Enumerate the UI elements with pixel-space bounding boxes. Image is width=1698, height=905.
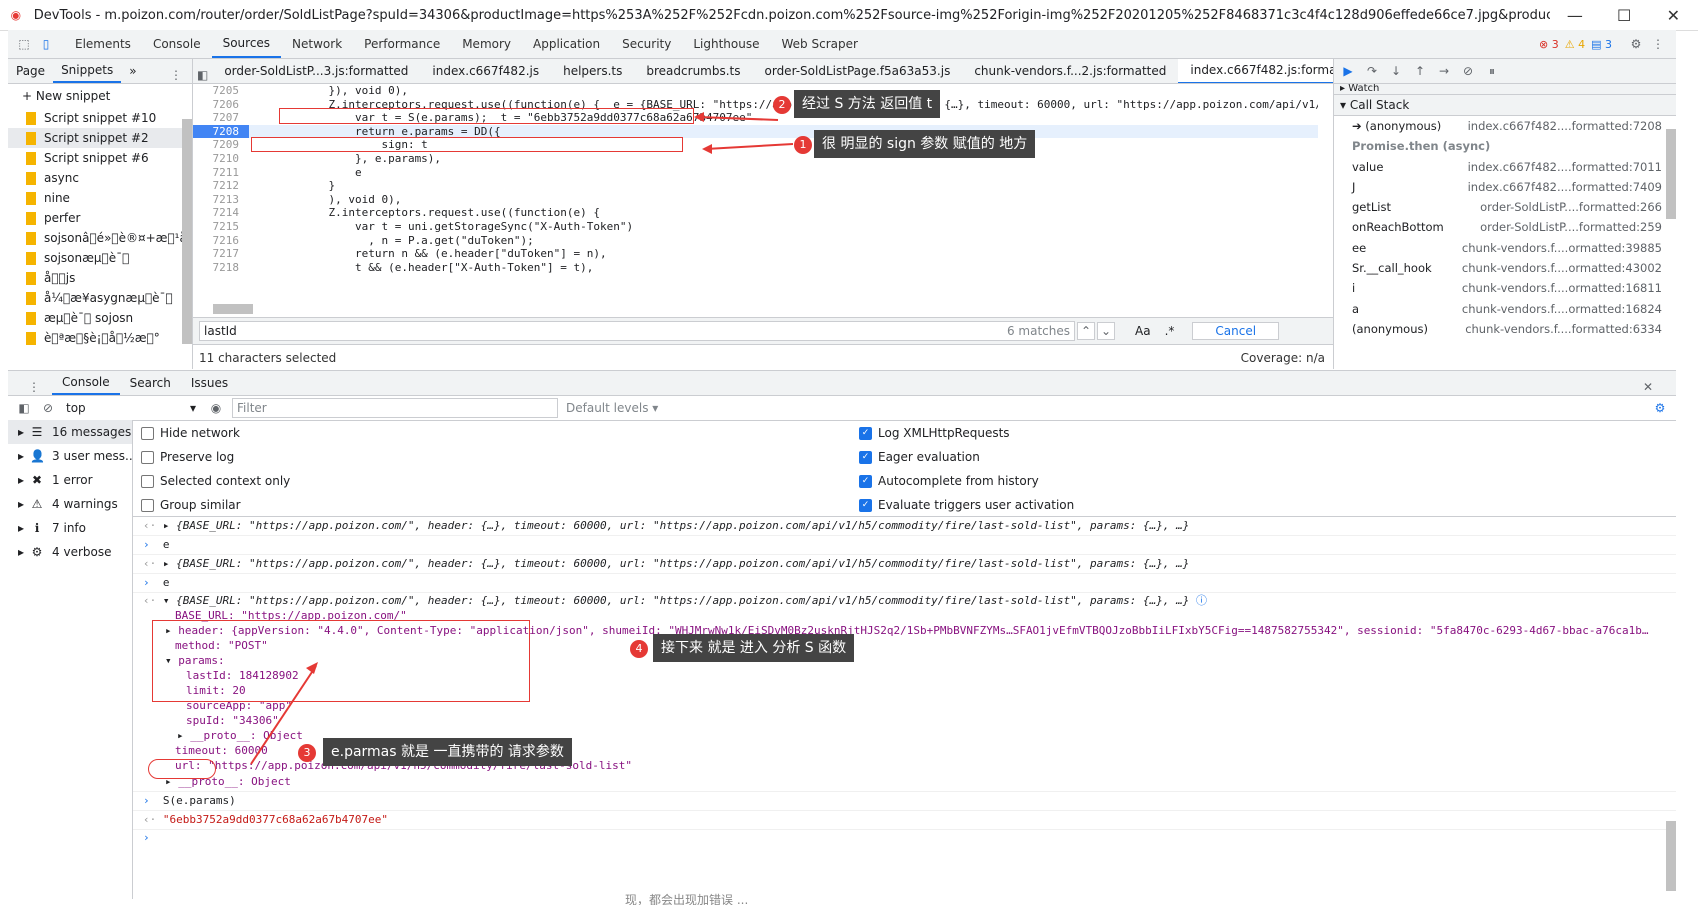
arrow-2 [697,116,779,121]
devtools-window: ⬚ ▯ Elements Console Sources Network Perform… [8,30,1676,899]
chrome-icon: ◉ [10,8,22,22]
arrow-1 [705,143,794,150]
arrowhead-1 [702,144,712,154]
annotation-badge-2: 2 [773,96,791,114]
arrowhead-2 [694,112,704,122]
maximize-button[interactable]: ☐ [1600,6,1649,25]
annotation-badge-3: 3 [298,744,316,762]
annotation-badge-4: 4 [630,640,648,658]
background-page-text: 现，都会出现加错误 ... [625,893,749,905]
annotation-callout-2: 经过 S 方法 返回值 t [794,90,941,118]
close-window-button[interactable]: ✕ [1649,6,1698,25]
minimize-button[interactable]: — [1550,6,1599,25]
window-title: DevTools - m.poizon.com/router/order/Sol… [33,7,1551,23]
annotation-callout-4: 接下来 就是 进入 分析 S 函数 [653,634,855,662]
window-titlebar: ◉ DevTools - m.poizon.com/router/order/S… [0,0,1698,31]
arrowhead-3 [306,662,318,674]
annotation-arrows [250,112,794,765]
annotation-badge-1: 1 [794,136,812,154]
annotation-callout-3: e.parmas 就是 一直携带的 请求参数 [323,738,572,766]
annotation-callout-1: 很 明显的 sign 参数 赋值的 地方 [814,130,1036,158]
